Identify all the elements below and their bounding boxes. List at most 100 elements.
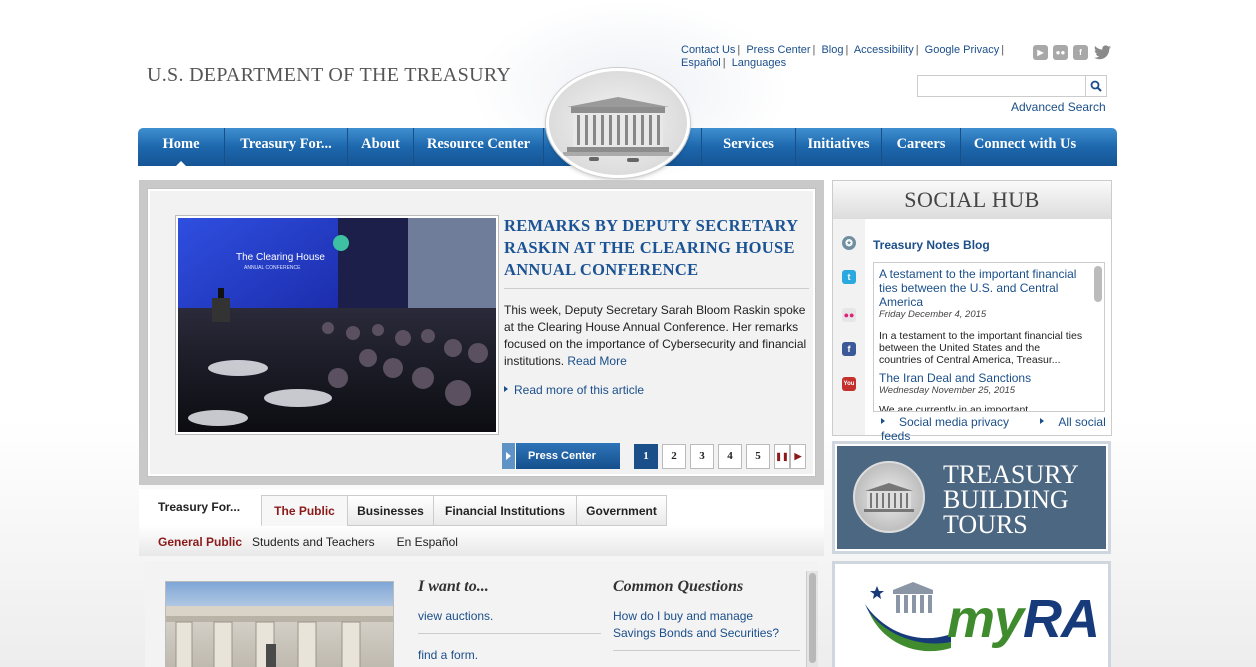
- read-more-link[interactable]: Read More: [567, 354, 626, 368]
- feed-scroll-thumb[interactable]: [1094, 266, 1102, 302]
- headline-divider: [504, 288, 809, 289]
- page-3-button[interactable]: 3: [690, 444, 714, 469]
- myra-banner[interactable]: myRA: [832, 561, 1111, 667]
- page-1-button[interactable]: 1: [634, 444, 658, 469]
- nav-initiatives[interactable]: Initiatives: [796, 128, 882, 166]
- i-want-to-heading: I want to...: [418, 578, 489, 595]
- myra-ra: RA: [1023, 589, 1100, 649]
- google-privacy-link[interactable]: Google Privacy: [925, 44, 1000, 56]
- treasury-building-seal[interactable]: [546, 68, 690, 178]
- carousel-summary: This week, Deputy Secretary Sarah Bloom …: [504, 302, 814, 370]
- search-input[interactable]: [917, 75, 1086, 97]
- myra-logo-icon: [865, 582, 951, 652]
- tours-text: TREASURY BUILDING TOURS: [943, 460, 1079, 538]
- carousel-panel: The Clearing House ANNUAL CONFERENCE REM…: [147, 188, 816, 477]
- accessibility-link[interactable]: Accessibility: [854, 44, 914, 56]
- common-questions-heading: Common Questions: [613, 578, 744, 595]
- facebook-icon[interactable]: f: [1073, 45, 1088, 60]
- twitter-icon[interactable]: t: [842, 270, 856, 284]
- treasury-columns-image: [166, 606, 393, 667]
- nav-connect[interactable]: Connect with Us: [961, 128, 1089, 166]
- press-center-link[interactable]: Press Center: [746, 44, 810, 56]
- post-title[interactable]: The Iran Deal and Sanctions: [879, 371, 1084, 385]
- advanced-search-link[interactable]: Advanced Search: [1011, 100, 1106, 114]
- post-date: Friday December 4, 2015: [879, 309, 987, 320]
- page-2-button[interactable]: 2: [662, 444, 686, 469]
- social-hub-title: SOCIAL HUB: [833, 181, 1111, 219]
- conference-photo[interactable]: The Clearing House ANNUAL CONFERENCE: [176, 216, 498, 434]
- carousel-headline[interactable]: REMARKS BY DEPUTY SECRETARY RASKIN AT TH…: [504, 215, 809, 281]
- espanol-link[interactable]: Español: [681, 57, 721, 69]
- page-4-button[interactable]: 4: [718, 444, 742, 469]
- press-center-button[interactable]: Press Center: [502, 443, 620, 469]
- tab-businesses[interactable]: Businesses: [347, 495, 434, 526]
- next-arrow-icon[interactable]: ▶: [790, 444, 806, 469]
- contact-us-link[interactable]: Contact Us: [681, 44, 735, 56]
- utility-links: Contact Us | Press Center | Blog | Accessib…: [681, 44, 1005, 69]
- treasury-notes-blog-title[interactable]: Treasury Notes Blog: [873, 238, 990, 252]
- blog-feed[interactable]: A testament to the important financial t…: [873, 262, 1105, 412]
- nav-connect-label: Connect with Us: [973, 136, 1077, 152]
- treasury-seal-icon: [853, 461, 925, 533]
- savings-bonds-link[interactable]: How do I buy and manage Savings Bonds an…: [613, 608, 793, 642]
- search-icon: [1090, 80, 1102, 92]
- languages-link[interactable]: Languages: [732, 57, 786, 69]
- nav-about-label: About: [361, 136, 400, 152]
- nav-about[interactable]: About: [348, 128, 414, 166]
- view-auctions-link[interactable]: view auctions.: [418, 609, 493, 623]
- nav-resource-center-label: Resource Center: [426, 136, 531, 152]
- subtab-students-teachers[interactable]: Students and Teachers: [252, 535, 375, 549]
- social-hub-icon-column: ✪ t ●● f You: [833, 219, 865, 435]
- press-center-label: Press Center: [528, 450, 596, 462]
- site-title[interactable]: U.S. DEPARTMENT OF THE TREASURY: [147, 64, 511, 87]
- arrow-right-icon: [504, 386, 508, 392]
- blog-link[interactable]: Blog: [821, 44, 843, 56]
- social-media-privacy-link[interactable]: Social media privacy: [881, 415, 1023, 429]
- myra-wordmark: myRA: [947, 588, 1100, 650]
- nav-resource-center[interactable]: Resource Center: [414, 128, 544, 166]
- nav-home[interactable]: Home: [138, 128, 225, 166]
- pause-icon[interactable]: ❚❚: [774, 444, 790, 469]
- subtab-general-public[interactable]: General Public: [158, 535, 242, 549]
- nav-careers[interactable]: Careers: [882, 128, 961, 166]
- nav-services[interactable]: Services: [701, 128, 796, 166]
- flickr-icon[interactable]: ●●: [1053, 45, 1068, 60]
- nav-careers-label: Careers: [896, 136, 946, 152]
- treasury-for-label: Treasury For...: [158, 500, 241, 514]
- flickr-icon[interactable]: ●●: [842, 308, 856, 322]
- read-more-article-link[interactable]: Read more of this article: [504, 383, 644, 397]
- photo-sign-subtitle: ANNUAL CONFERENCE: [244, 265, 301, 271]
- nav-treasury-for[interactable]: Treasury For...: [225, 128, 348, 166]
- facebook-icon[interactable]: f: [842, 342, 856, 356]
- post-excerpt: We are currently in an important: [879, 404, 1029, 412]
- nav-initiatives-label: Initiatives: [807, 136, 870, 152]
- i-want-divider: [418, 633, 601, 634]
- tab-the-public[interactable]: The Public: [261, 495, 348, 526]
- featured-carousel: The Clearing House ANNUAL CONFERENCE REM…: [139, 180, 824, 485]
- panel-scroll-thumb[interactable]: [809, 573, 816, 663]
- carousel-summary-text: This week, Deputy Secretary Sarah Bloom …: [504, 303, 807, 368]
- post-title[interactable]: A testament to the important financial t…: [879, 267, 1084, 309]
- subtab-en-espanol[interactable]: En Español: [397, 535, 458, 549]
- photo-sign-title: The Clearing House: [236, 252, 325, 263]
- social-media-privacy-label: Social media privacy: [899, 415, 1010, 429]
- youtube-icon[interactable]: You: [842, 377, 856, 391]
- social-hub: SOCIAL HUB ✪ t ●● f You Treasury Notes B…: [832, 180, 1112, 443]
- treasury-building-tours-banner[interactable]: TREASURY BUILDING TOURS: [832, 441, 1111, 554]
- treasury-seal-icon[interactable]: ✪: [842, 236, 856, 250]
- find-a-form-link[interactable]: find a form.: [418, 648, 478, 662]
- panel-scrollbar[interactable]: [806, 571, 818, 667]
- tab-government[interactable]: Government: [576, 495, 667, 526]
- treasury-columns-photo: [165, 581, 394, 667]
- twitter-icon[interactable]: [1093, 45, 1111, 60]
- tours-line-1: TREASURY: [943, 460, 1079, 489]
- search-button[interactable]: [1086, 75, 1107, 97]
- tab-financial-institutions[interactable]: Financial Institutions: [433, 495, 577, 526]
- myra-my: my: [947, 589, 1024, 649]
- post-date: Wednesday November 25, 2015: [879, 385, 1016, 396]
- arrow-right-icon: [881, 418, 885, 424]
- page-5-button[interactable]: 5: [746, 444, 770, 469]
- tours-line-2: BUILDING: [943, 485, 1069, 514]
- nav-services-label: Services: [723, 136, 774, 152]
- youtube-icon[interactable]: ▶: [1033, 45, 1048, 60]
